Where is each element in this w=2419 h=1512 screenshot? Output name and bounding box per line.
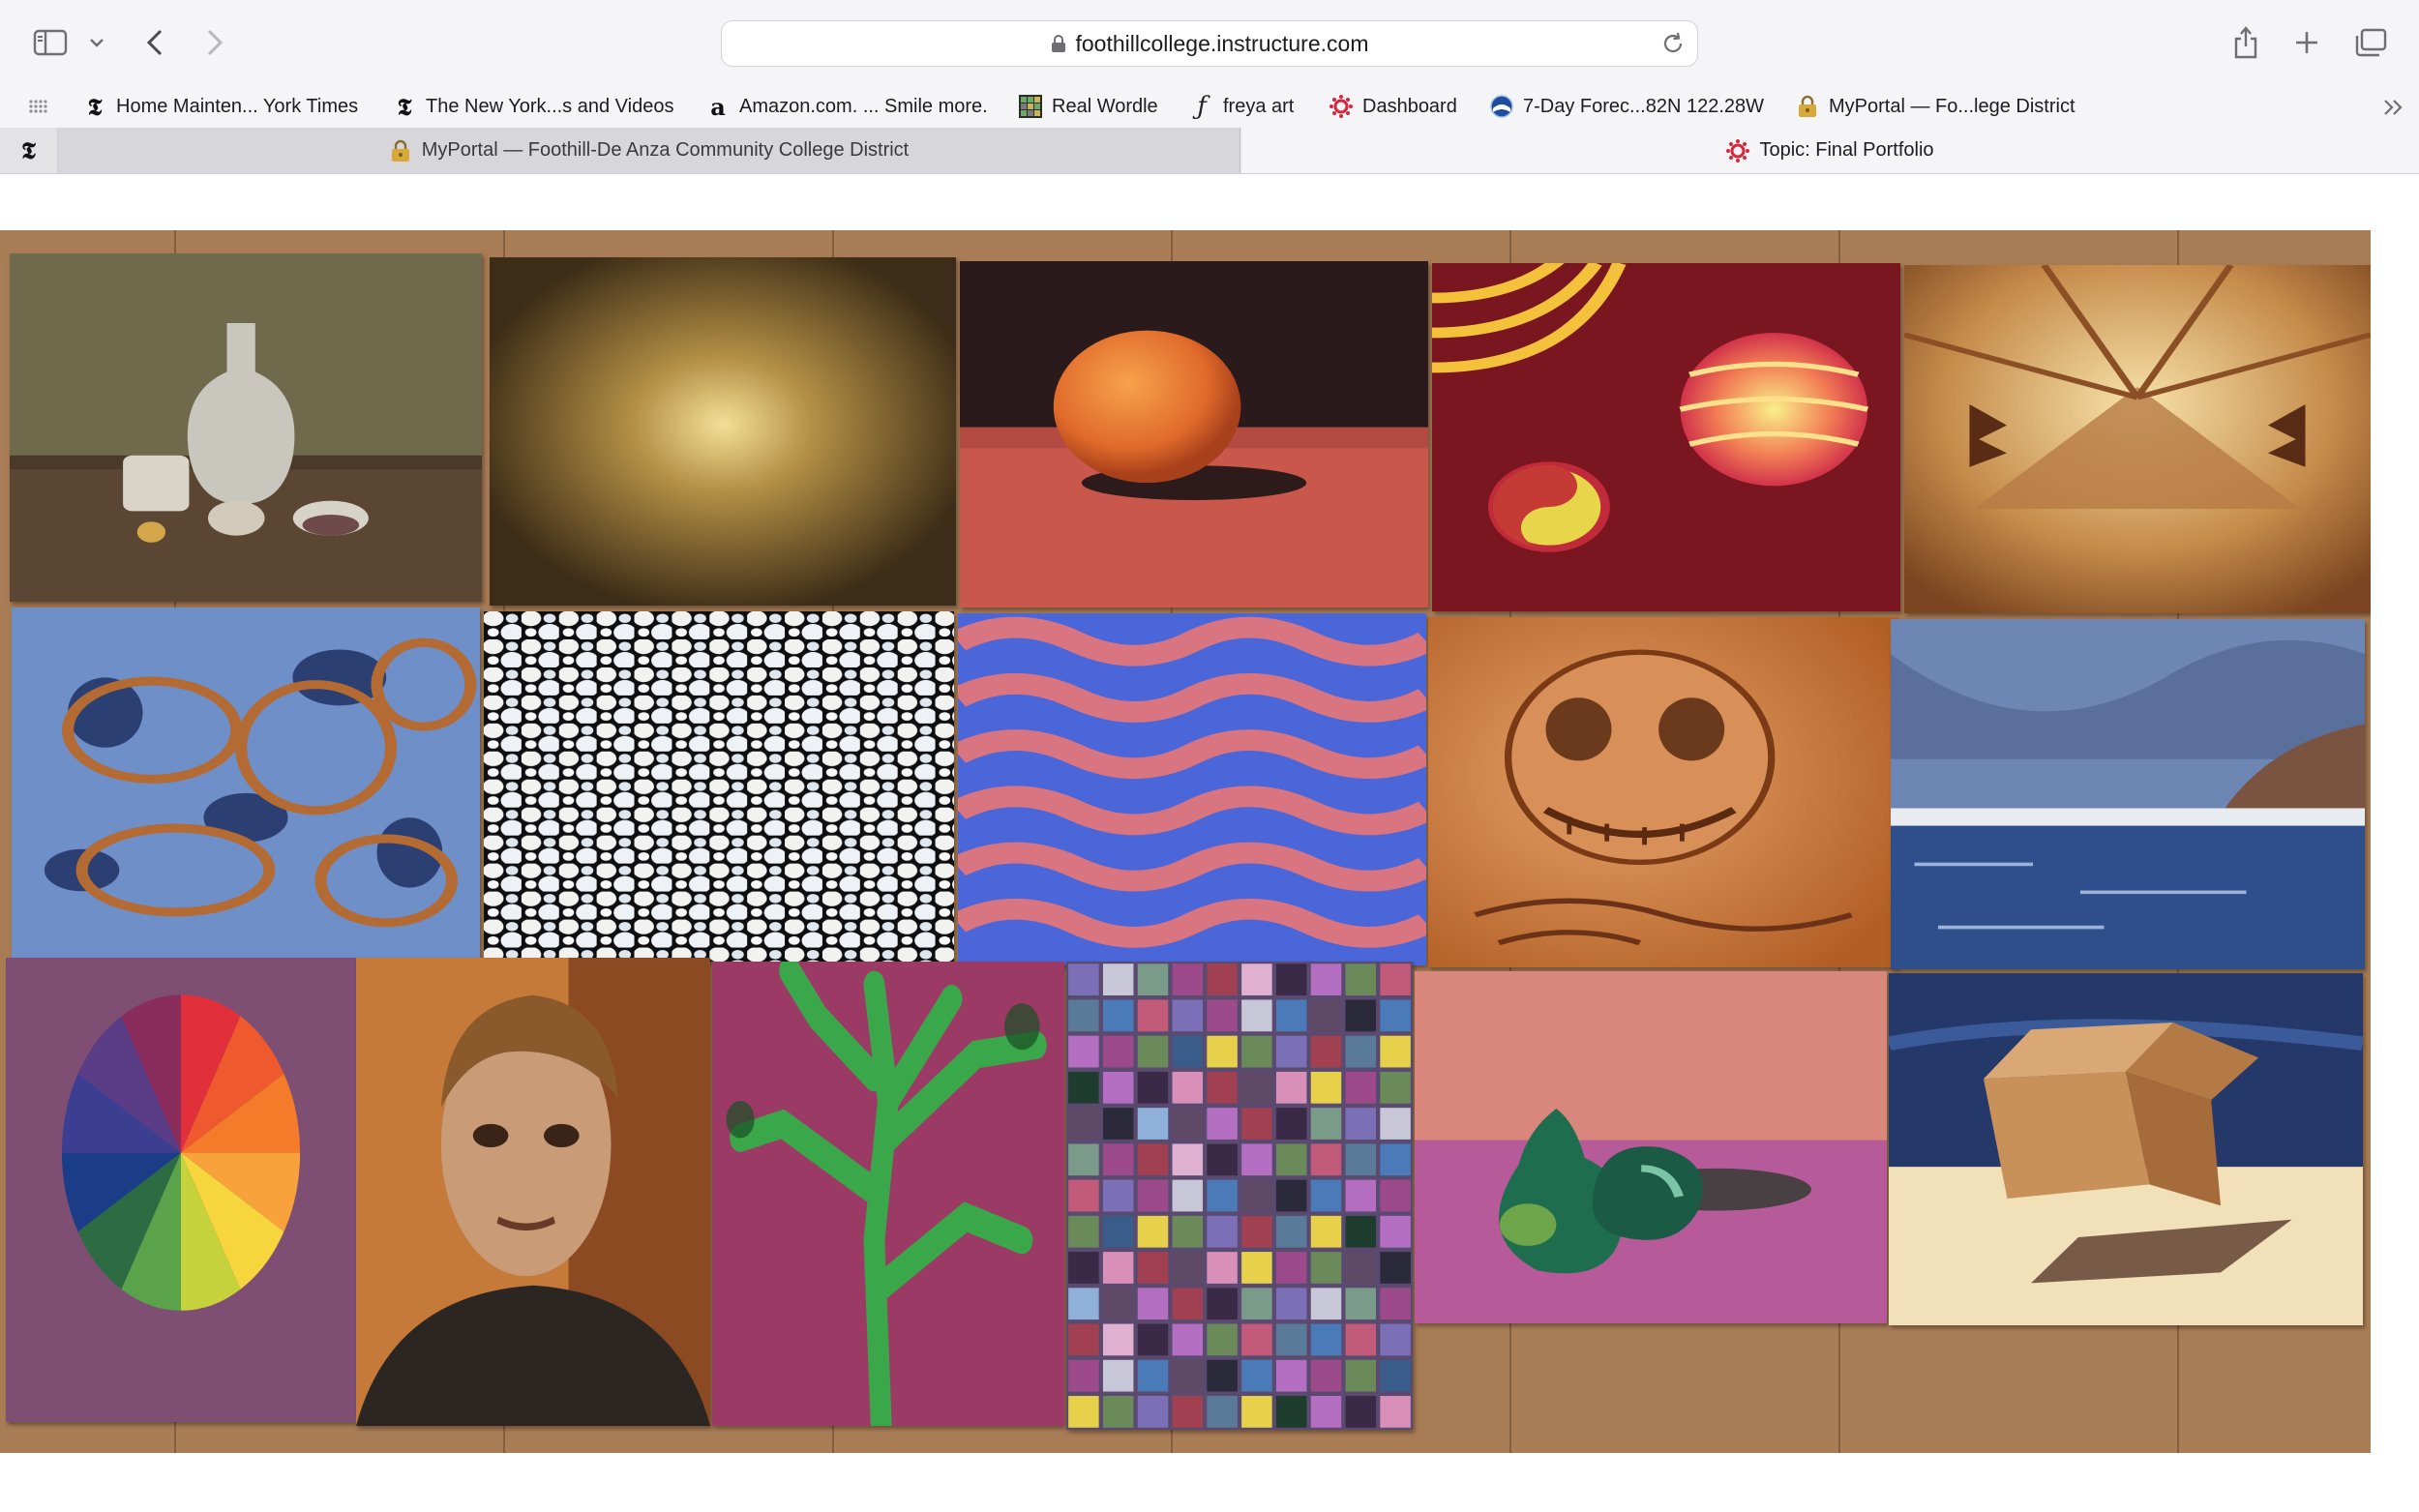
page-content <box>0 174 2419 1512</box>
painting-black-white-texture <box>484 611 954 962</box>
painting-blue-abstract <box>12 608 480 958</box>
lock-icon <box>1796 95 1819 118</box>
bookmark-label: Home Mainten... York Times <box>116 95 359 117</box>
painting-sunburst-landscape <box>1904 265 2371 613</box>
forward-chevron-right-icon[interactable] <box>197 25 232 60</box>
cursive-f-icon: ƒ <box>1197 92 1207 121</box>
painting-orange-sphere <box>960 261 1428 608</box>
back-chevron-left-icon[interactable] <box>137 25 172 60</box>
bookmark-new-york-times-videos[interactable]: 𝕿 The New York...s and Videos <box>393 85 674 128</box>
painting-color-grid <box>1066 962 1413 1430</box>
canvas-logo-icon <box>1726 138 1750 163</box>
chevron-down-icon[interactable] <box>85 33 108 52</box>
sidebar-icon[interactable] <box>31 25 70 60</box>
amazon-icon: a <box>710 92 726 121</box>
address-url: foothillcollege.instructure.com <box>1075 30 1369 56</box>
pinned-tab-nyt[interactable]: 𝕿 <box>0 128 58 173</box>
painting-self-portrait <box>356 958 710 1426</box>
painting-glowing-spheres <box>1432 263 1900 611</box>
bookmark-real-wordle[interactable]: Real Wordle <box>1019 85 1158 128</box>
canvas-logo-icon <box>1329 95 1353 118</box>
nyt-icon: 𝕿 <box>397 92 412 121</box>
bookmark-amazon[interactable]: a Amazon.com. ... Smile more. <box>706 85 988 128</box>
reload-icon[interactable] <box>1660 31 1686 56</box>
nyt-icon: 𝕿 <box>21 136 36 164</box>
bookmark-myportal[interactable]: MyPortal — Fo...lege District <box>1796 85 2076 128</box>
bookmark-label: Real Wordle <box>1052 95 1158 117</box>
bookmark-label: MyPortal — Fo...lege District <box>1829 95 2076 117</box>
bookmark-label: The New York...s and Videos <box>426 95 674 117</box>
double-chevron-right-icon[interactable] <box>2378 93 2409 122</box>
tab-bar: 𝕿 MyPortal — Foothill-De Anza Community … <box>0 128 2419 174</box>
bookmark-home-maintenance[interactable]: 𝕿 Home Mainten... York Times <box>83 85 358 128</box>
lock-icon <box>1051 34 1066 53</box>
bookmark-label: freya art <box>1223 95 1295 117</box>
wordle-grid-icon <box>1019 95 1042 118</box>
noaa-icon <box>1490 95 1513 118</box>
bookmark-label: Dashboard <box>1362 95 1457 117</box>
tab-final-portfolio[interactable]: Topic: Final Portfolio <box>1241 128 2419 173</box>
painting-still-life-vase <box>10 253 482 602</box>
bookmark-7-day-forecast[interactable]: 7-Day Forec...82N 122.28W <box>1490 85 1764 128</box>
tab-label: Topic: Final Portfolio <box>1759 139 1934 161</box>
tab-label: MyPortal — Foothill-De Anza Community Co… <box>421 139 910 161</box>
tab-overview-icon[interactable] <box>2351 25 2390 60</box>
bookmark-dashboard[interactable]: Dashboard <box>1329 85 1457 128</box>
painting-sea-landscape <box>1891 619 2365 969</box>
painting-glowing-light <box>490 257 956 606</box>
painting-green-tree <box>712 962 1064 1426</box>
bookmark-freya-art[interactable]: ƒ freya art <box>1190 85 1294 128</box>
lock-icon <box>389 139 412 163</box>
browser-toolbar: foothillcollege.instructure.com <box>0 0 2419 85</box>
new-tab-plus-icon[interactable] <box>2289 25 2324 60</box>
painting-cardboard-box <box>1889 973 2363 1325</box>
painting-wavy-stripes <box>958 613 1426 965</box>
portfolio-photo <box>0 230 2371 1453</box>
tab-myportal[interactable]: MyPortal — Foothill-De Anza Community Co… <box>58 128 1240 173</box>
nyt-icon: 𝕿 <box>87 92 103 121</box>
painting-pears <box>1415 971 1887 1323</box>
painting-color-wheel <box>6 958 356 1422</box>
share-icon[interactable] <box>2228 23 2263 62</box>
address-bar[interactable]: foothillcollege.instructure.com <box>721 20 1698 67</box>
bookmark-label: Amazon.com. ... Smile more. <box>739 95 988 117</box>
bookmark-label: 7-Day Forec...82N 122.28W <box>1523 95 1764 117</box>
bookmarks-bar: 𝕿 Home Mainten... York Times 𝕿 The New Y… <box>0 85 2419 128</box>
painting-skull-face <box>1428 617 1898 967</box>
apps-grid-icon[interactable] <box>25 95 50 118</box>
